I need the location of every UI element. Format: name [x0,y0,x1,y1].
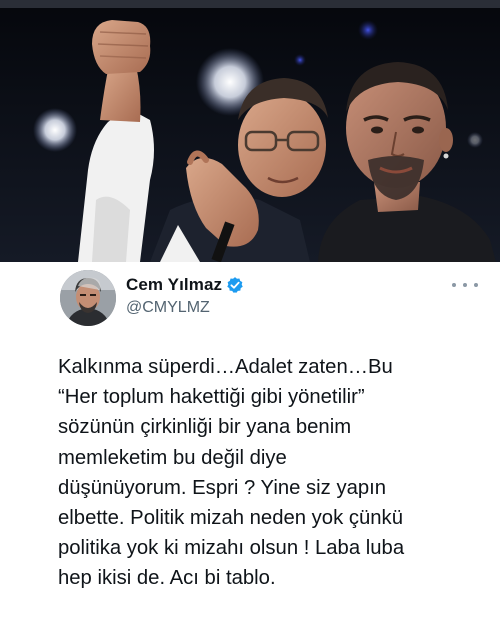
user-handle[interactable]: @CMYLMZ [126,299,244,317]
display-name[interactable]: Cem Yılmaz [126,275,222,295]
more-dot [463,283,467,287]
more-options-icon[interactable] [452,278,478,292]
display-name-row: Cem Yılmaz [126,274,244,296]
more-dot [474,283,478,287]
verified-badge-icon [226,276,244,294]
avatar[interactable] [60,270,116,326]
user-info[interactable]: Cem Yılmaz @CMYLMZ [126,274,244,317]
tweet-card: Cem Yılmaz @CMYLMZ Kalkınma süperdi…Adal… [0,262,500,640]
photo-illustration [0,0,500,262]
avatar-image [60,270,116,326]
tweet-screenshot: Cem Yılmaz @CMYLMZ Kalkınma süperdi…Adal… [0,0,500,640]
tweet-photo[interactable] [0,0,500,262]
more-dot [452,283,456,287]
tweet-text: Kalkınma süperdi…Adalet zaten…Bu “Her to… [58,356,405,590]
